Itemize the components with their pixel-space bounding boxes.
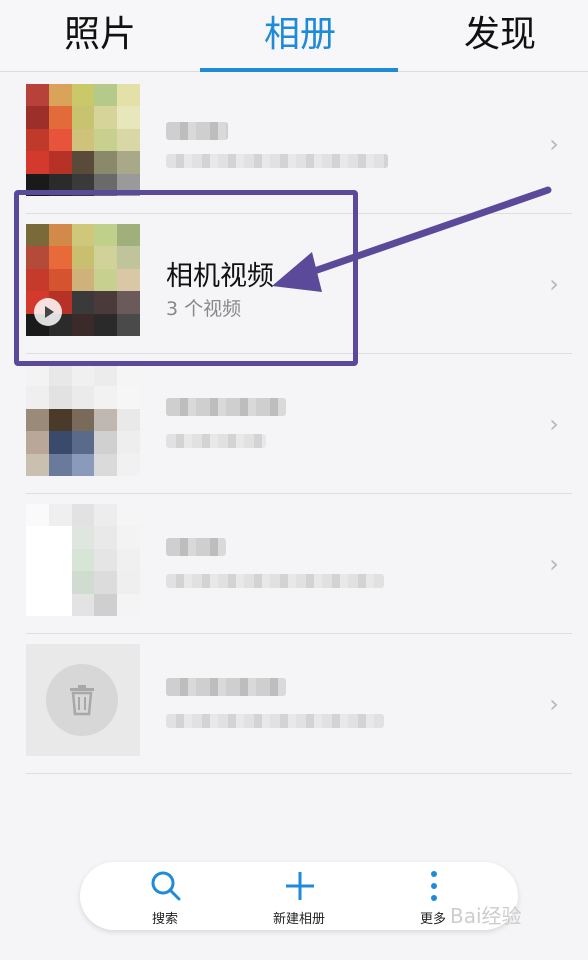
album-count xyxy=(166,154,388,168)
watermark-logo: Bai经验 xyxy=(450,904,522,928)
tab-discover[interactable]: 发现 xyxy=(430,10,570,60)
album-name xyxy=(166,678,286,696)
search-button[interactable]: 搜索 xyxy=(110,868,220,927)
album-name xyxy=(166,398,286,416)
search-label: 搜索 xyxy=(151,912,178,927)
album-thumbnail xyxy=(26,504,140,616)
plus-icon xyxy=(286,872,314,900)
album-count xyxy=(166,574,384,588)
divider xyxy=(26,773,572,774)
album-count: 3 个视频 xyxy=(166,298,242,320)
top-tab-bar: 照片 相册 发现 xyxy=(0,0,588,72)
search-icon xyxy=(151,871,181,901)
more-vertical-icon xyxy=(431,871,437,901)
album-thumbnail xyxy=(26,644,140,756)
chevron-right-icon: › xyxy=(549,690,559,718)
album-thumbnail xyxy=(26,364,140,476)
album-row-camera-videos[interactable]: 相机视频 3 个视频 › xyxy=(26,214,572,354)
chevron-right-icon: › xyxy=(549,130,559,158)
chevron-right-icon: › xyxy=(549,270,559,298)
album-count xyxy=(166,714,384,728)
album-name xyxy=(166,538,226,556)
chevron-right-icon: › xyxy=(549,550,559,578)
album-row[interactable]: › xyxy=(26,74,572,214)
active-tab-indicator xyxy=(200,68,398,72)
new-album-label: 新建相册 xyxy=(272,912,325,927)
new-album-button[interactable]: 新建相册 xyxy=(244,868,354,927)
trash-icon xyxy=(46,664,118,736)
album-thumbnail xyxy=(26,224,140,336)
album-count xyxy=(166,434,266,448)
album-name: 相机视频 xyxy=(166,261,274,292)
play-icon xyxy=(34,298,62,326)
tab-photos[interactable]: 照片 xyxy=(30,10,170,60)
album-row[interactable]: › xyxy=(26,354,572,494)
chevron-right-icon: › xyxy=(549,410,559,438)
album-name xyxy=(166,122,228,140)
album-row[interactable]: › xyxy=(26,494,572,634)
album-thumbnail xyxy=(26,84,140,196)
album-row-recently-deleted[interactable]: › xyxy=(26,634,572,774)
tab-albums[interactable]: 相册 xyxy=(210,10,390,60)
